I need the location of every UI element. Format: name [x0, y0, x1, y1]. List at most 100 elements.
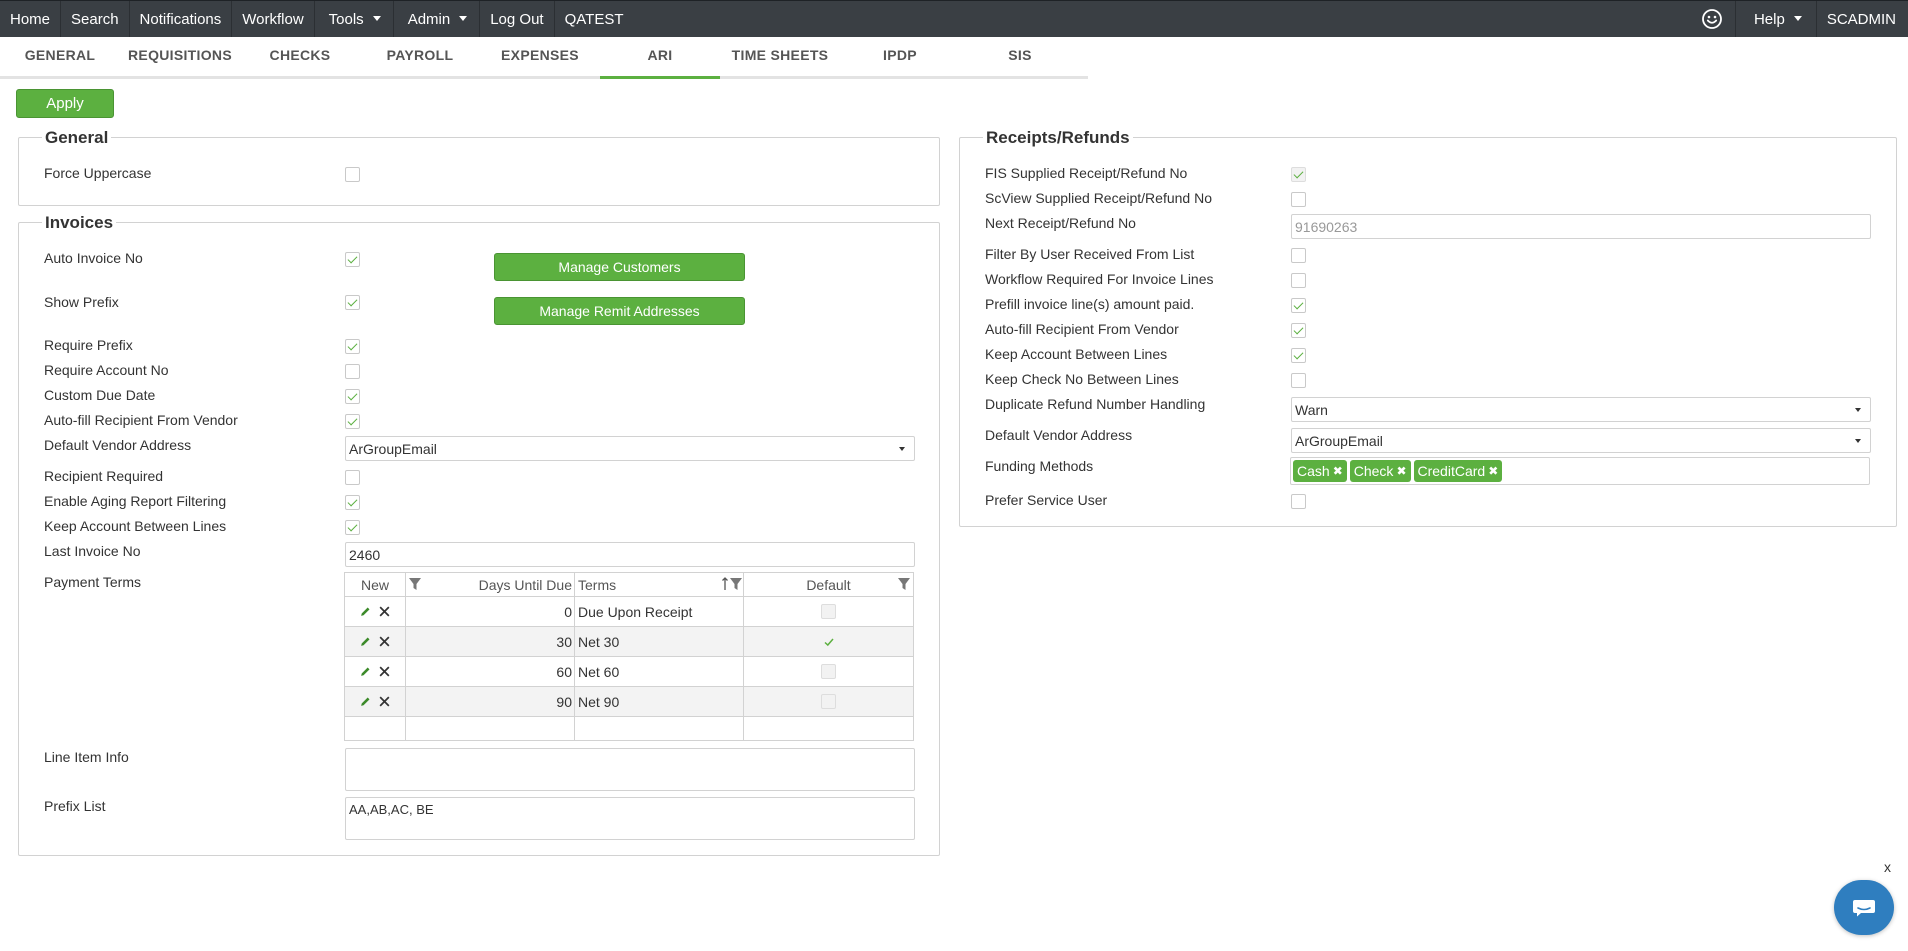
filter-by-user-label: Filter By User Received From List: [985, 246, 1195, 262]
empty-cell: [345, 717, 406, 740]
delete-icon[interactable]: [378, 665, 391, 678]
remove-tag-icon[interactable]: ✖: [1396, 464, 1406, 478]
prefix-list-textarea[interactable]: AA,AB,AC, BE: [345, 797, 915, 840]
remove-tag-icon[interactable]: ✖: [1333, 464, 1343, 478]
filter-by-user-checkbox[interactable]: [1291, 248, 1306, 263]
settings-tab-bar: GENERAL REQUISITIONS CHECKS PAYROLL EXPE…: [0, 37, 1088, 79]
feedback-button[interactable]: [1689, 1, 1736, 37]
recipient-required-checkbox[interactable]: [345, 470, 360, 485]
grid-header-default[interactable]: Default: [744, 573, 913, 596]
keep-account-checkbox[interactable]: [345, 520, 360, 535]
delete-icon[interactable]: [378, 695, 391, 708]
edit-icon[interactable]: [359, 695, 372, 708]
enable-aging-label: Enable Aging Report Filtering: [44, 493, 227, 509]
tab-ipdp[interactable]: IPDP: [840, 37, 960, 76]
tab-time-sheets[interactable]: TIME SHEETS: [720, 37, 840, 76]
nav-admin-label: Admin: [407, 10, 451, 28]
grid-new-button[interactable]: New: [345, 573, 406, 596]
nav-user-menu[interactable]: SCADMIN: [1817, 1, 1908, 37]
tab-requisitions[interactable]: REQUISITIONS: [120, 37, 240, 76]
grid-header-days-until-due[interactable]: Days Until Due: [406, 573, 575, 596]
duplicate-refund-select[interactable]: Warn: [1291, 397, 1871, 422]
nav-logout[interactable]: Log Out: [480, 1, 555, 37]
prefer-service-user-checkbox[interactable]: [1291, 494, 1306, 509]
show-prefix-checkbox[interactable]: [345, 295, 360, 310]
keep-check-no-label: Keep Check No Between Lines: [985, 371, 1179, 387]
tab-expenses[interactable]: EXPENSES: [480, 37, 600, 76]
nav-help-dropdown[interactable]: Help: [1736, 1, 1817, 37]
nav-notifications[interactable]: Notifications: [130, 1, 233, 37]
tab-checks[interactable]: CHECKS: [240, 37, 360, 76]
next-receipt-no-label: Next Receipt/Refund No: [985, 215, 1136, 231]
funding-methods-multiselect[interactable]: Cash ✖ Check ✖ CreditCard ✖: [1290, 457, 1870, 485]
force-uppercase-checkbox[interactable]: [345, 167, 360, 182]
custom-due-date-checkbox[interactable]: [345, 389, 360, 404]
keep-account-checkbox[interactable]: [1291, 348, 1306, 363]
tab-payroll[interactable]: PAYROLL: [360, 37, 480, 76]
chat-close-button[interactable]: x: [1884, 859, 1891, 875]
fis-supplied-checkbox[interactable]: [1291, 167, 1306, 182]
keep-check-no-checkbox[interactable]: [1291, 373, 1306, 388]
enable-aging-checkbox[interactable]: [345, 495, 360, 510]
filter-icon[interactable]: [897, 577, 911, 591]
column-days-label: Days Until Due: [478, 576, 572, 593]
line-item-info-textarea[interactable]: [345, 748, 915, 791]
default-checkbox: [821, 664, 836, 679]
sort-icon: [722, 577, 728, 590]
auto-invoice-no-checkbox[interactable]: [345, 252, 360, 267]
prefer-service-user-label: Prefer Service User: [985, 492, 1108, 508]
default-vendor-address-select[interactable]: ArGroupEmail: [1291, 428, 1871, 453]
delete-icon[interactable]: [378, 605, 391, 618]
chevron-down-icon: [1855, 408, 1861, 412]
tab-ari[interactable]: ARI: [600, 37, 720, 79]
edit-icon[interactable]: [359, 635, 372, 648]
edit-icon[interactable]: [359, 665, 372, 678]
chat-launcher-button[interactable]: [1834, 880, 1894, 935]
workflow-required-checkbox[interactable]: [1291, 273, 1306, 288]
require-prefix-label: Require Prefix: [44, 337, 133, 353]
next-receipt-no-input[interactable]: 91690263: [1291, 214, 1871, 239]
filter-icon[interactable]: [408, 577, 422, 591]
nav-admin-dropdown[interactable]: Admin: [394, 1, 481, 37]
require-account-no-checkbox[interactable]: [345, 364, 360, 379]
funding-tag-check: Check ✖: [1349, 460, 1411, 482]
nav-tools-label: Tools: [328, 10, 364, 28]
nav-home[interactable]: Home: [0, 1, 62, 37]
column-default-label: Default: [806, 576, 851, 593]
remove-tag-icon[interactable]: ✖: [1488, 464, 1498, 478]
default-vendor-address-value: ArGroupEmail: [1295, 433, 1383, 449]
nav-search[interactable]: Search: [61, 1, 130, 37]
auto-fill-recipient-checkbox[interactable]: [1291, 323, 1306, 338]
filter-icon[interactable]: [729, 577, 743, 591]
manage-customers-button[interactable]: Manage Customers: [494, 253, 745, 281]
receipts-refunds-title: Receipts/Refunds: [983, 128, 1133, 148]
cell-days: 30: [406, 627, 575, 656]
scview-supplied-checkbox[interactable]: [1291, 192, 1306, 207]
table-row: 90 Net 90: [345, 687, 913, 717]
edit-icon[interactable]: [359, 605, 372, 618]
apply-button[interactable]: Apply: [16, 89, 114, 118]
delete-icon[interactable]: [378, 635, 391, 648]
general-panel: General Force Uppercase: [18, 128, 940, 206]
table-row: 60 Net 60: [345, 657, 913, 687]
last-invoice-no-input[interactable]: 2460: [345, 542, 915, 567]
manage-remit-addresses-button[interactable]: Manage Remit Addresses: [494, 297, 745, 325]
row-actions: [345, 687, 406, 716]
funding-methods-label: Funding Methods: [985, 458, 1094, 474]
auto-fill-recipient-checkbox[interactable]: [345, 414, 360, 429]
empty-cell: [744, 717, 913, 740]
nav-tools-dropdown[interactable]: Tools: [315, 1, 394, 37]
tab-sis[interactable]: SIS: [960, 37, 1080, 76]
prefix-list-label: Prefix List: [44, 798, 106, 814]
auto-fill-recipient-label: Auto-fill Recipient From Vendor: [44, 412, 238, 428]
row-actions: [345, 597, 406, 626]
empty-cell: [575, 717, 744, 740]
require-prefix-checkbox[interactable]: [345, 339, 360, 354]
nav-workflow[interactable]: Workflow: [232, 1, 315, 37]
duplicate-refund-label: Duplicate Refund Number Handling: [985, 396, 1206, 412]
tab-general[interactable]: GENERAL: [0, 37, 120, 76]
grid-header-terms[interactable]: Terms: [575, 573, 744, 596]
table-row: 0 Due Upon Receipt: [345, 597, 913, 627]
default-vendor-address-select[interactable]: ArGroupEmail: [345, 436, 915, 461]
prefill-amount-checkbox[interactable]: [1291, 298, 1306, 313]
